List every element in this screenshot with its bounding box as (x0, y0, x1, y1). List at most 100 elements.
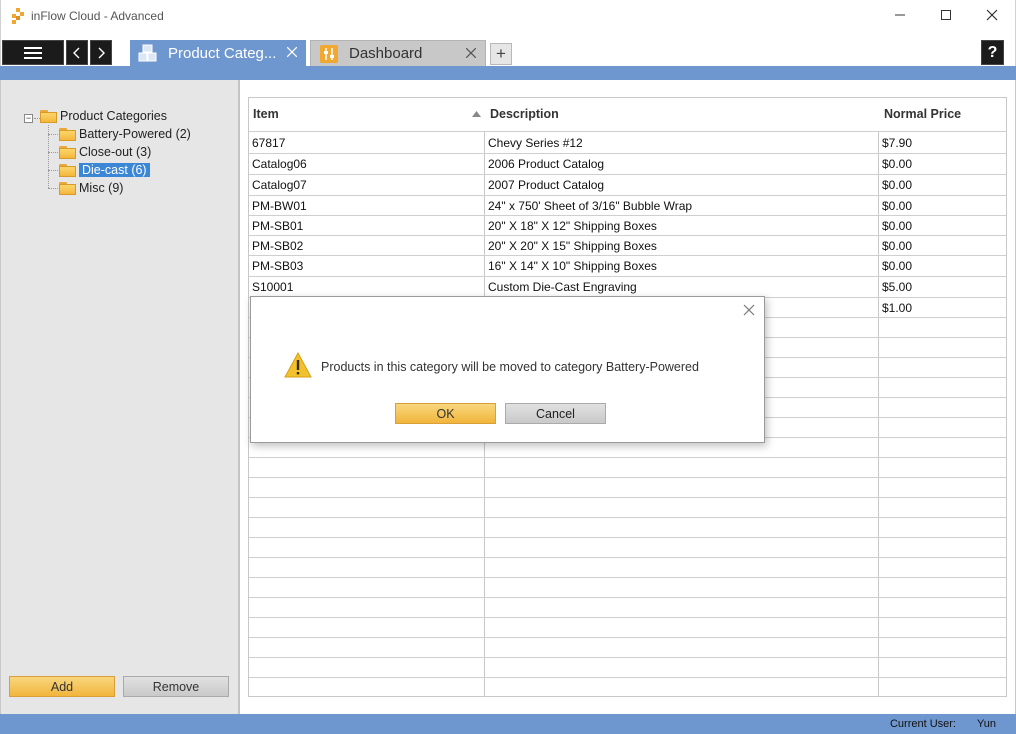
folder-icon (59, 145, 76, 159)
tree-item-label: Battery-Powered (2) (79, 127, 191, 141)
tree-connector (48, 152, 58, 153)
tab-product-categories[interactable]: Product Categ... (130, 40, 306, 66)
status-bar: Current User: Yun (0, 714, 1016, 734)
cell-description[interactable]: 2006 Product Catalog (488, 154, 604, 174)
folder-icon (59, 163, 76, 177)
add-tab-button[interactable]: + (490, 43, 512, 65)
cell-price[interactable]: $0.00 (882, 256, 912, 276)
close-icon[interactable] (742, 303, 756, 317)
tab-label: Dashboard (349, 45, 423, 62)
close-tab-icon[interactable] (463, 45, 479, 61)
tree-item-close-out[interactable]: Close-out (3) (59, 143, 151, 161)
maximize-button[interactable] (923, 0, 969, 30)
minimize-icon (895, 14, 905, 16)
current-user-name: Yun (977, 718, 996, 730)
chevron-right-icon (98, 47, 105, 58)
cancel-button[interactable]: Cancel (505, 403, 606, 424)
cell-price[interactable]: $0.00 (882, 216, 912, 236)
folder-icon (59, 127, 76, 141)
forward-button[interactable] (90, 40, 112, 65)
cell-price[interactable]: $0.00 (882, 236, 912, 256)
cell-description[interactable]: Custom Die-Cast Engraving (488, 277, 637, 297)
tree-item-label: Misc (9) (79, 181, 124, 195)
hamburger-icon (24, 46, 42, 59)
cell-description[interactable]: 16" X 14" X 10" Shipping Boxes (488, 256, 657, 276)
cell-description[interactable]: 20" X 18" X 12" Shipping Boxes (488, 216, 657, 236)
row-divider (249, 537, 1006, 538)
row-divider (249, 557, 1006, 558)
cell-item[interactable]: 67817 (252, 133, 285, 153)
sort-ascending-icon (472, 111, 481, 117)
cell-item[interactable]: PM-BW01 (252, 196, 307, 216)
minimize-button[interactable] (877, 0, 923, 30)
maximize-icon (941, 10, 951, 20)
column-header-description[interactable]: Description (490, 97, 559, 131)
tree-root[interactable]: Product Categories (40, 107, 167, 125)
tree-root-label: Product Categories (60, 109, 168, 123)
tree-item-misc[interactable]: Misc (9) (59, 179, 123, 197)
row-divider (249, 517, 1006, 518)
back-button[interactable] (66, 40, 88, 65)
cell-item[interactable]: S10001 (252, 277, 293, 297)
tab-label: Product Categ... (168, 44, 277, 62)
dialog-message: Products in this category will be moved … (321, 360, 699, 374)
column-header-normal-price[interactable]: Normal Price (884, 97, 961, 131)
tab-strip: Product Categ... Dashboard + ? (0, 34, 1016, 66)
row-divider (249, 131, 1006, 132)
confirm-dialog: Products in this category will be moved … (250, 296, 765, 443)
ok-button[interactable]: OK (395, 403, 496, 424)
cell-item[interactable]: PM-SB01 (252, 216, 303, 236)
column-header-item[interactable]: Item (253, 97, 279, 131)
row-divider (249, 597, 1006, 598)
warning-icon (284, 352, 312, 378)
cell-description[interactable]: 24" x 750' Sheet of 3/16" Bubble Wrap (488, 196, 692, 216)
tree-item-battery-powered[interactable]: Battery-Powered (2) (59, 125, 191, 143)
cell-item[interactable]: Catalog07 (252, 175, 307, 195)
cell-item[interactable]: PM-SB03 (252, 256, 303, 276)
help-button[interactable]: ? (981, 40, 1004, 65)
row-divider (249, 637, 1006, 638)
header-band (0, 66, 1016, 80)
tree-connector (48, 188, 58, 189)
close-window-button[interactable] (969, 0, 1015, 30)
cell-item[interactable]: Catalog06 (252, 154, 307, 174)
row-divider (249, 617, 1006, 618)
tab-dashboard[interactable]: Dashboard (310, 40, 486, 66)
cell-price[interactable]: $0.00 (882, 196, 912, 216)
remove-button[interactable]: Remove (123, 676, 229, 697)
tree-item-die-cast[interactable]: Die-cast (6) (59, 161, 150, 179)
dashboard-icon (319, 44, 339, 64)
row-divider (249, 497, 1006, 498)
collapse-icon[interactable]: − (24, 114, 33, 123)
boxes-icon (138, 43, 158, 63)
close-icon (986, 9, 998, 21)
cell-price[interactable]: $0.00 (882, 175, 912, 195)
cell-item[interactable]: PM-SB02 (252, 236, 303, 256)
cell-price[interactable]: $0.00 (882, 154, 912, 174)
folder-icon (59, 181, 76, 195)
tree-connector (48, 134, 58, 135)
tree-item-label: Close-out (3) (79, 145, 152, 159)
cell-description[interactable]: 2007 Product Catalog (488, 175, 604, 195)
row-divider (249, 477, 1006, 478)
chevron-left-icon (73, 47, 80, 58)
title-bar: inFlow Cloud - Advanced (0, 0, 1016, 34)
app-logo-icon (12, 8, 24, 24)
row-divider (249, 677, 1006, 678)
cell-description[interactable]: 20" X 20" X 15" Shipping Boxes (488, 236, 657, 256)
row-divider (249, 657, 1006, 658)
folder-icon (40, 109, 57, 123)
cell-description[interactable]: Chevy Series #12 (488, 133, 583, 153)
current-user-label: Current User: (889, 718, 956, 730)
window-title: inFlow Cloud - Advanced (31, 9, 164, 23)
tree-connector (48, 170, 58, 171)
cell-price[interactable]: $1.00 (882, 298, 912, 318)
tree-item-label: Die-cast (6) (79, 163, 150, 177)
add-button[interactable]: Add (9, 676, 115, 697)
cell-price[interactable]: $5.00 (882, 277, 912, 297)
cell-price[interactable]: $7.90 (882, 133, 912, 153)
close-tab-icon[interactable] (284, 44, 300, 60)
main-menu-button[interactable] (2, 40, 64, 65)
row-divider (249, 457, 1006, 458)
row-divider (249, 577, 1006, 578)
